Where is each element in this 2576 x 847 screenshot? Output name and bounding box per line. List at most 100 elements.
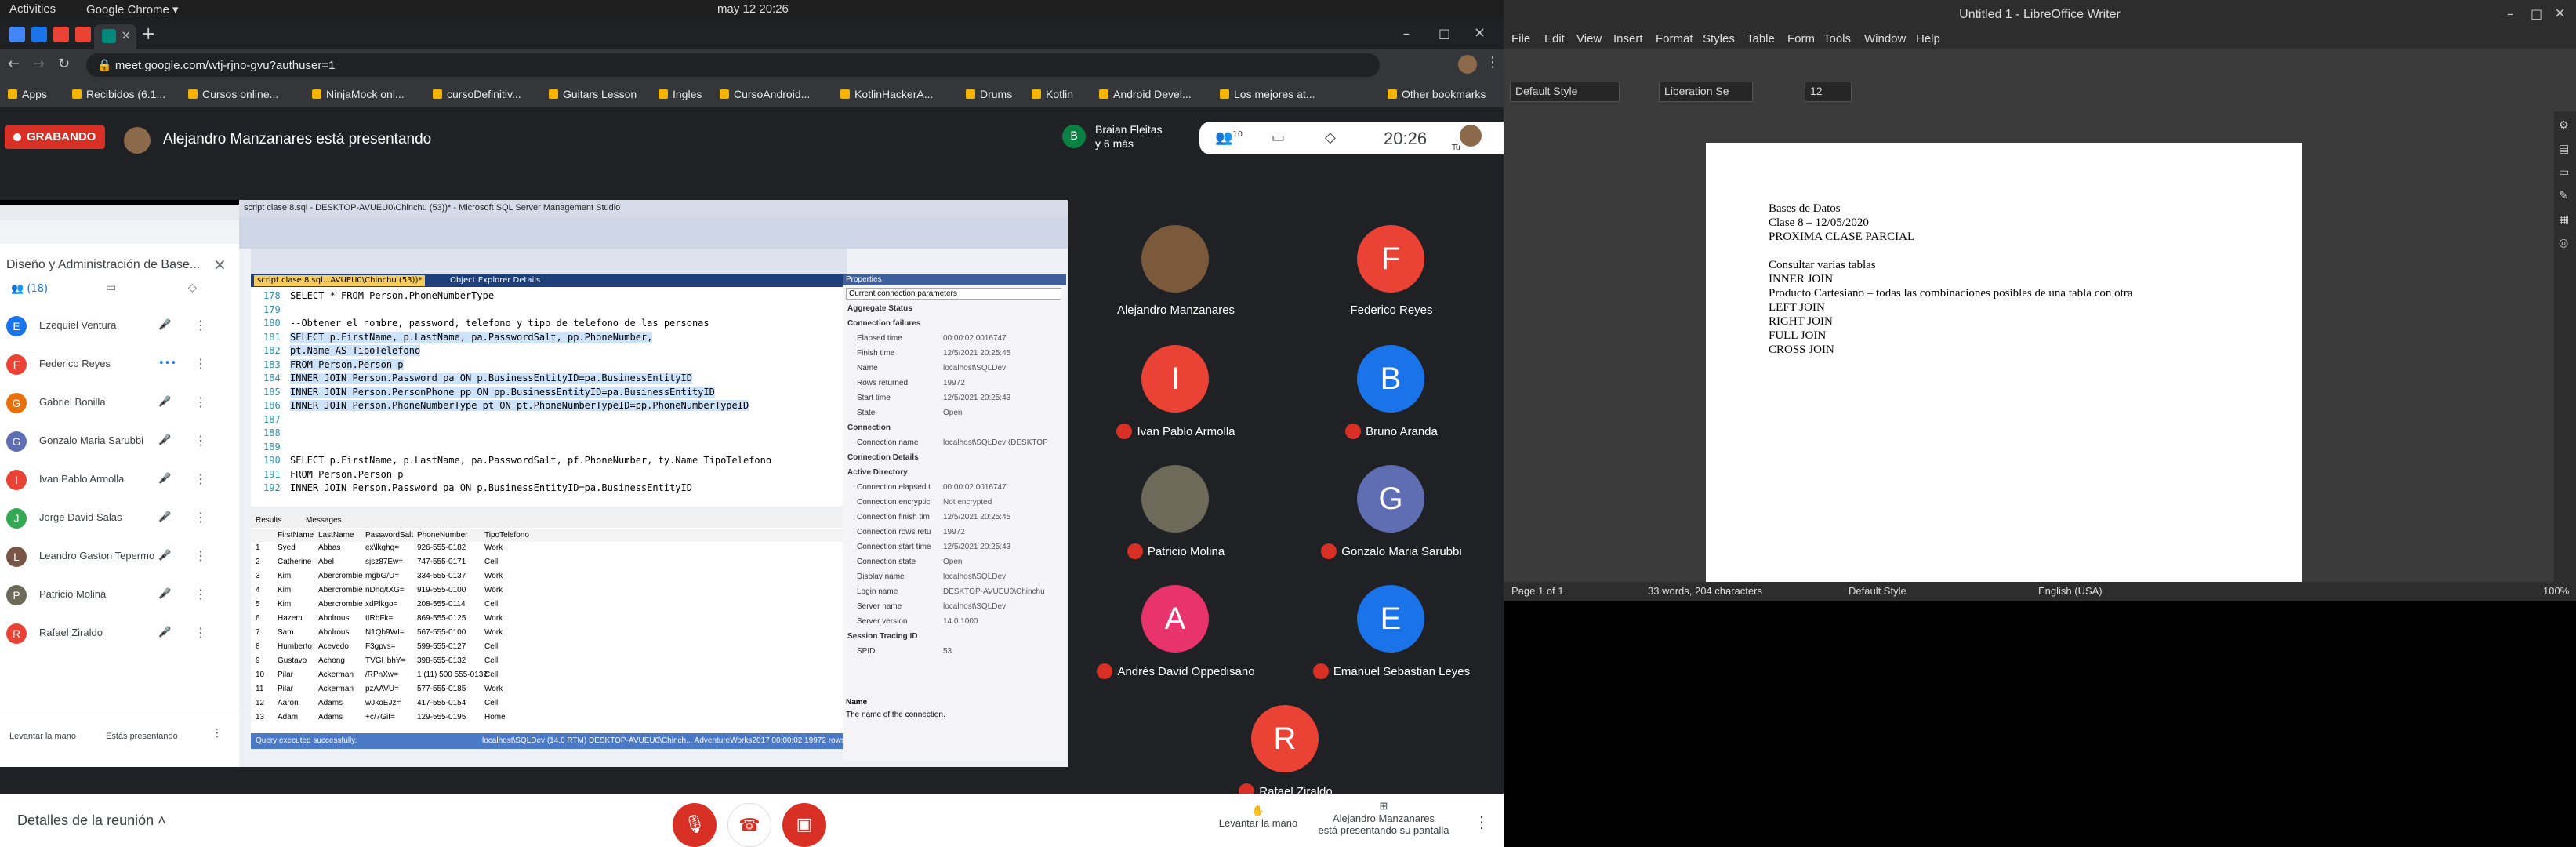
recording-badge[interactable]: GRABANDO [5, 125, 106, 149]
column-header[interactable]: PasswordSalt [365, 531, 413, 540]
table-row[interactable]: 7 Sam Abolrous N1Qb9WI= 567-555-0100 Work [251, 627, 847, 639]
menu-tools[interactable]: Tools [1823, 32, 1851, 45]
camera-toggle-button[interactable]: ▣ [782, 803, 826, 847]
list-item[interactable]: E Ezequiel Ventura 🎤̸ ⋮ [0, 307, 239, 345]
more-icon[interactable]: ⋮ [194, 587, 207, 602]
table-row[interactable]: 11 Pilar Ackerman pzAAVU= 577-555-0185 Work [251, 683, 847, 696]
table-row[interactable]: 12 Aaron Adams wJkoEJz= 417-555-0154 Cell [251, 697, 847, 710]
language[interactable]: English (USA) [2038, 585, 2103, 597]
paragraph-style-select[interactable]: Default Style [1510, 82, 1620, 102]
table-row[interactable]: 5 Kim Abercrombie xdPlkgo= 208-555-0114 Cell [251, 598, 847, 611]
document-page[interactable]: Bases de Datos Clase 8 – 12/05/2020 PROXIM… [1706, 143, 2302, 582]
menu-view[interactable]: View [1576, 32, 1602, 45]
participant-tile[interactable]: B Bruno Aranda [1274, 329, 1504, 450]
close-window-icon[interactable]: × [2554, 5, 2566, 21]
more-icon[interactable]: ⋮ [194, 471, 207, 486]
raise-hand-button[interactable]: ✋ Levantar la mano [1215, 805, 1301, 829]
bookmark-item[interactable]: Drums [966, 88, 1012, 100]
new-tab-icon[interactable]: + [141, 24, 155, 44]
system-clock[interactable]: may 12 20:26 [717, 2, 789, 16]
gallery-icon[interactable]: ▦ [2559, 213, 2569, 226]
panel-close-icon[interactable]: × [213, 255, 227, 274]
presenting-label[interactable]: Estás presentando [106, 732, 178, 741]
close-tab-icon[interactable]: × [121, 27, 131, 42]
menu-file[interactable]: File [1511, 32, 1530, 45]
participant-tile[interactable]: F Federico Reyes [1274, 209, 1504, 330]
more-icon[interactable]: ⋮ [194, 394, 207, 409]
list-item[interactable]: G Gonzalo Maria Sarubbi 🎤̸ ⋮ [0, 422, 239, 460]
address-bar[interactable]: 🔒 meet.google.com/wtj-rjno-gvu?authuser=… [86, 53, 1380, 77]
reload-icon[interactable]: ↻ [58, 56, 70, 72]
page-style[interactable]: Default Style [1849, 585, 1907, 597]
properties-icon[interactable]: ▤ [2559, 143, 2569, 155]
results-tab[interactable]: Results [256, 516, 281, 525]
font-size-select[interactable]: 12 [1805, 82, 1852, 102]
bookmark-item[interactable]: KotlinHackerA... [840, 88, 933, 100]
navigator-icon[interactable]: ◎ [2559, 237, 2568, 249]
results-grid[interactable]: Results Messages FirstName LastName Passwo… [251, 514, 847, 733]
sql-editor[interactable]: 178 SELECT * FROM Person.PhoneNumberType 1… [251, 287, 847, 507]
bookmark-item[interactable]: Recibidos (6.1... [72, 88, 165, 100]
bookmark-item[interactable]: cursoDefinitiv... [433, 88, 521, 100]
app-menu[interactable]: Google Chrome ▾ [86, 2, 179, 16]
list-item[interactable]: R Rafael Ziraldo 🎤̸ ⋮ [0, 614, 239, 653]
font-name-select[interactable]: Liberation Se [1659, 82, 1753, 102]
table-row[interactable]: 2 Catherine Abel sjsz87Ew= 747-555-0171 Cell [251, 556, 847, 569]
more-options-icon[interactable]: ⋮ [1474, 812, 1489, 831]
participant-tile[interactable]: E Emanuel Sebastian Leyes [1274, 569, 1504, 690]
props-combo[interactable]: Current connection parameters [846, 288, 1061, 300]
column-header[interactable]: LastName [318, 531, 354, 540]
bookmark-item[interactable]: Ingles [659, 88, 702, 100]
participant-tile[interactable]: I Ivan Pablo Armolla [1058, 329, 1293, 450]
list-item[interactable]: F Federico Reyes ••• ⋮ [0, 345, 239, 384]
table-row[interactable]: 9 Gustavo Achong TVGHbhY= 398-555-0132 Cell [251, 655, 847, 667]
more-icon[interactable]: ⋮ [194, 318, 207, 333]
table-row[interactable]: 1 Syed Abbas ex\lkghg= 926-555-0182 Work [251, 542, 847, 554]
close-window-icon[interactable]: × [1474, 24, 1486, 41]
bookmark-item[interactable]: Android Devel... [1099, 88, 1192, 100]
column-header[interactable]: TipoTelefono [484, 531, 529, 540]
participant-tile[interactable]: Patricio Molina [1058, 449, 1293, 570]
table-row[interactable]: 13 Adam Adams +c/7GiI= 129-555-0195 Home [251, 711, 847, 724]
more-icon[interactable]: ⋮ [194, 625, 207, 640]
chat-tab-icon[interactable]: ▭ [106, 282, 116, 294]
more-icon[interactable]: ⋮ [212, 727, 223, 740]
participant-tile[interactable]: Alejandro Manzanares [1058, 209, 1293, 330]
tab-sql-script[interactable]: script clase 8.sql...AVUEU0\Chinchu (53)… [254, 275, 426, 286]
more-icon[interactable]: ⋮ [194, 433, 207, 448]
menu-insert[interactable]: Insert [1613, 32, 1643, 45]
minimize-icon[interactable]: – [2507, 6, 2513, 21]
menu-window[interactable]: Window [1864, 32, 1906, 45]
menu-edit[interactable]: Edit [1544, 32, 1565, 45]
bookmark-item[interactable]: Other bookmarks [1388, 88, 1486, 100]
bookmark-item[interactable]: Guitars Lesson [549, 88, 637, 100]
table-row[interactable]: 4 Kim Abercrombie nDnq/tXG= 919-555-0100 Work [251, 584, 847, 597]
participant-tile[interactable]: R Rafael Ziraldo [1168, 689, 1403, 810]
messages-tab[interactable]: Messages [306, 516, 342, 525]
chat-icon[interactable]: ▭ [1272, 129, 1285, 146]
list-item[interactable]: P Patricio Molina 🎤̸ ⋮ [0, 576, 239, 614]
menu-styles[interactable]: Styles [1703, 32, 1735, 45]
list-item[interactable]: I Ivan Pablo Armolla 🎤̸ ⋮ [0, 460, 239, 499]
presenting-button[interactable]: ⊞ Alejandro Manzanares está presentando su… [1301, 800, 1466, 836]
page-icon[interactable]: ▭ [2559, 166, 2569, 179]
column-header[interactable]: PhoneNumber [417, 531, 467, 540]
table-row[interactable]: 6 Hazem Abolrous tIRbFk= 869-555-0125 Work [251, 613, 847, 625]
participant-tile[interactable]: A Andrés David Oppedisano [1058, 569, 1293, 690]
minimize-icon[interactable]: – [1403, 26, 1410, 41]
table-row[interactable]: 10 Pilar Ackerman/RPnXw= 1 (11) 500 555-013… [251, 669, 847, 682]
maximize-icon[interactable]: □ [1439, 26, 1450, 41]
table-row[interactable]: 3 Kim Abercrombie mgbG/U= 334-555-0137 Work [251, 570, 847, 583]
bookmark-item[interactable]: Kotlin [1032, 88, 1073, 100]
tab-favicon[interactable] [9, 27, 25, 42]
profile-avatar[interactable] [1458, 55, 1477, 74]
menu-help[interactable]: Help [1916, 32, 1940, 45]
more-icon[interactable]: ⋮ [194, 548, 207, 563]
people-icon[interactable]: 👥10 [1215, 129, 1243, 146]
styles-icon[interactable]: ✎ [2559, 190, 2568, 202]
tab-object-explorer[interactable]: Object Explorer Details [447, 275, 543, 286]
tab-favicon[interactable] [75, 27, 91, 42]
menu-table[interactable]: Table [1747, 32, 1775, 45]
list-item[interactable]: G Gabriel Bonilla 🎤̸ ⋮ [0, 384, 239, 422]
list-item[interactable]: L Leandro Gaston Tepermo 🎤̸ ⋮ [0, 537, 239, 576]
